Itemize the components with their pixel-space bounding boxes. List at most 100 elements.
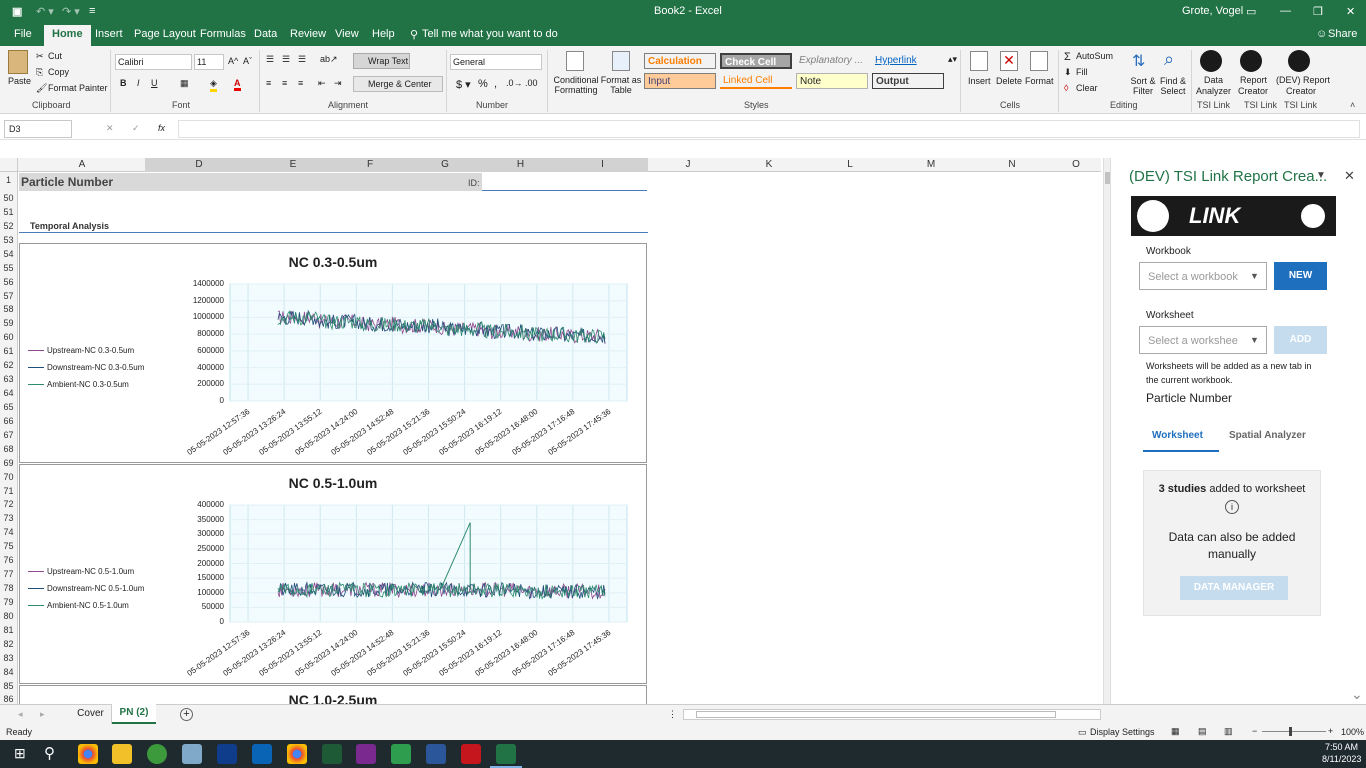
copy-icon[interactable]: ⎘ [36,67,43,78]
tab-insert[interactable]: Insert [95,28,123,40]
sheet-tab-pn2[interactable]: PN (2) [112,704,156,724]
style-check-cell[interactable]: Check Cell [720,53,792,69]
workbook-select[interactable]: Select a workbook ▼ [1139,262,1267,290]
row-header[interactable]: 60 [0,332,17,342]
align-right-icon[interactable]: ≡ [298,78,303,88]
increase-font-icon[interactable]: A^ [228,56,238,66]
styles-scroll-icon[interactable]: ▴▾ [948,54,957,65]
row-header[interactable]: 53 [0,235,17,245]
tab-worksheet[interactable]: Worksheet [1152,430,1203,441]
display-settings-button[interactable]: Display Settings [1090,727,1155,737]
percent-icon[interactable]: % [478,78,488,90]
increase-indent-icon[interactable]: ⇥ [334,78,342,89]
style-hyperlink[interactable]: Hyperlink [872,53,944,69]
row-header[interactable]: 72 [0,499,17,509]
row-header[interactable]: 52 [0,221,17,231]
row-header[interactable]: 69 [0,458,17,468]
find-select-icon[interactable]: ⌕ [1164,49,1174,70]
tsi-logo-icon[interactable] [1240,50,1262,72]
bold-icon[interactable]: B [120,78,127,88]
app-icon[interactable] [217,744,237,764]
col-header[interactable]: K [728,159,810,170]
tab-review[interactable]: Review [290,28,326,40]
style-calculation[interactable]: Calculation [644,53,716,69]
report-creator-line2[interactable]: Creator [1238,86,1268,96]
row-header[interactable]: 70 [0,472,17,482]
sort-filter-button[interactable]: Sort & Filter [1128,76,1158,96]
next-sheet-icon[interactable]: ▸ [40,709,45,720]
word-icon[interactable] [426,744,446,764]
row-header[interactable]: 79 [0,597,17,607]
col-header[interactable]: M [890,159,972,170]
row-header[interactable]: 1 [0,175,17,185]
col-header[interactable]: L [810,159,890,170]
row-header[interactable]: 62 [0,360,17,370]
row-header[interactable]: 63 [0,374,17,384]
style-input[interactable]: Input [644,73,716,89]
row-header[interactable]: 59 [0,318,17,328]
tab-splitter-icon[interactable]: ⋮ [668,709,677,720]
decrease-indent-icon[interactable]: ⇤ [318,78,326,89]
fill-button[interactable]: Fill [1076,67,1088,77]
conditional-formatting-icon[interactable] [566,51,584,71]
row-header[interactable]: 85 [0,681,17,691]
font-color-icon[interactable]: A [234,78,241,91]
id-label[interactable]: ID: [468,178,480,188]
outlook-icon[interactable] [252,744,272,764]
redo-icon[interactable]: ↷ ▾ [62,5,80,18]
chrome-icon[interactable] [78,744,98,764]
number-format-select[interactable]: General [450,54,542,70]
cut-button[interactable]: Cut [48,51,62,61]
row-header[interactable]: 73 [0,513,17,523]
new-button[interactable]: NEW [1274,262,1327,290]
worksheet-select[interactable]: Select a workshee ▼ [1139,326,1267,354]
row-header[interactable]: 66 [0,416,17,426]
add-sheet-icon[interactable]: + [180,708,193,721]
col-header[interactable]: O [1052,159,1100,170]
copy-button[interactable]: Copy [48,67,69,77]
find-select-button[interactable]: Find & Select [1158,76,1188,96]
format-painter-icon[interactable]: 🖌 [36,83,47,94]
row-header[interactable]: 57 [0,291,17,301]
row-header[interactable]: 67 [0,430,17,440]
section-heading[interactable]: Temporal Analysis [30,221,109,231]
data-manager-button[interactable]: DATA MANAGER [1180,576,1288,600]
horizontal-scrollbar[interactable] [683,709,1101,720]
autosum-icon[interactable]: Σ [1064,51,1071,63]
data-analyzer-line1[interactable]: Data [1204,75,1223,85]
tell-me-search[interactable]: Tell me what you want to do [422,28,558,40]
format-painter-button[interactable]: Format Painter [48,83,108,93]
clock-date[interactable]: 8/11/2023 [1322,754,1361,764]
report-creator-line1[interactable]: Report [1240,75,1267,85]
paste-button[interactable]: Paste [8,76,31,86]
sort-filter-icon[interactable]: ⇅ [1132,51,1145,71]
tab-formulas[interactable]: Formulas [200,28,246,40]
align-top-icon[interactable]: ☰ [266,54,274,65]
style-linked-cell[interactable]: Linked Cell [720,73,792,89]
page-layout-icon[interactable]: ▤ [1198,726,1207,737]
wrap-text-button[interactable]: Wrap Text [353,53,410,69]
tab-help[interactable]: Help [372,28,395,40]
format-as-table-icon[interactable] [612,51,630,71]
currency-icon[interactable]: $ ▾ [456,78,471,91]
onenote-icon[interactable] [356,744,376,764]
row-header[interactable]: 58 [0,304,17,314]
tab-view[interactable]: View [335,28,359,40]
clear-icon[interactable]: ◊ [1064,83,1068,93]
row-header[interactable]: 51 [0,207,17,217]
zoom-in-icon[interactable]: + [1328,726,1333,736]
row-header[interactable]: 71 [0,486,17,496]
app-icon[interactable] [182,744,202,764]
tab-data[interactable]: Data [254,28,277,40]
cut-icon[interactable]: ✂ [36,51,44,62]
close-icon[interactable]: ✕ [1346,5,1355,18]
normal-view-icon[interactable]: ▦ [1171,726,1180,737]
underline-icon[interactable]: U [151,78,158,88]
row-header[interactable]: 56 [0,277,17,287]
zoom-level[interactable]: 100% [1341,727,1364,737]
tab-home[interactable]: Home [44,25,91,46]
row-header[interactable]: 54 [0,249,17,259]
row-header[interactable]: 80 [0,611,17,621]
display-settings-icon[interactable]: ▭ [1078,727,1087,738]
col-header[interactable]: I [558,159,647,170]
